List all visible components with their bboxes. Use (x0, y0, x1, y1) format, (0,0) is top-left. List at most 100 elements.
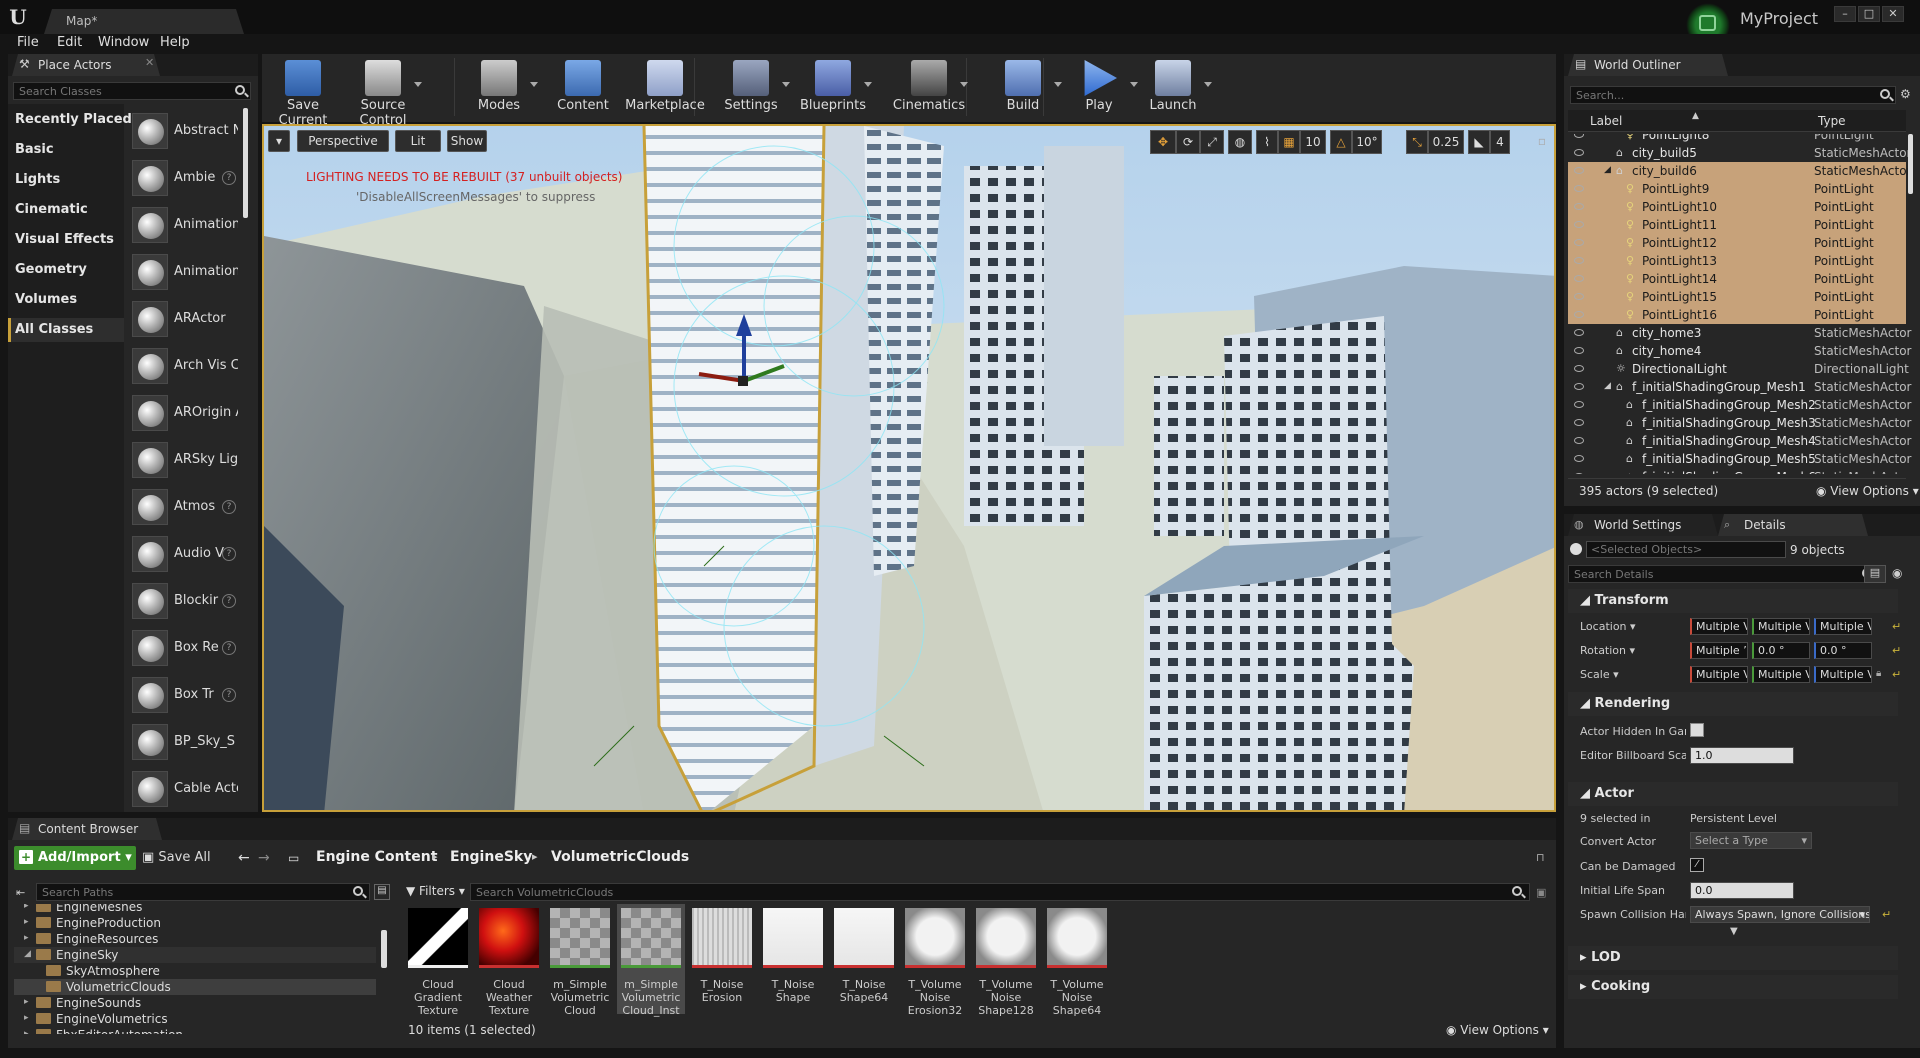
collapse-arrow-icon[interactable]: ◢ (24, 949, 31, 959)
dropdown-arrow-icon[interactable] (530, 82, 538, 87)
convert-actor-dropdown[interactable]: Select a Type ▾ (1690, 832, 1812, 849)
outliner-row[interactable]: ◢ ⌂ city_build6 StaticMeshActor (1568, 162, 1911, 180)
section-transform[interactable]: ◢ Transform (1568, 589, 1898, 613)
lock-icon[interactable]: 🔒︎ (1876, 668, 1881, 679)
actor-item[interactable]: BP_Sky_S (128, 719, 245, 765)
help-icon[interactable]: ? (222, 547, 236, 561)
visibility-eye-icon[interactable]: ◉ (1892, 566, 1902, 580)
scale-x-field[interactable]: Multiple V (1690, 666, 1748, 683)
help-icon[interactable]: ? (222, 688, 236, 702)
asset-tile[interactable]: T_Noise Shape64 (832, 906, 896, 1014)
outliner-row[interactable]: ♀ PointLight14 PointLight (1568, 270, 1906, 288)
rotation-z-field[interactable]: 0.0 ° (1814, 642, 1872, 659)
visibility-eye-icon[interactable] (1574, 275, 1584, 282)
source-control-button[interactable]: Source Control (342, 58, 424, 128)
outliner-row[interactable]: ♀ PointLight15 PointLight (1568, 288, 1906, 306)
scale-y-field[interactable]: Multiple V (1752, 666, 1810, 683)
content-view-options[interactable]: ◉ View Options ▾ (1446, 1023, 1549, 1037)
asset-tile[interactable]: T_Noise Shape (761, 906, 825, 1014)
rotation-y-field[interactable]: 0.0 ° (1752, 642, 1810, 659)
visibility-eye-icon[interactable] (1574, 149, 1584, 156)
outliner-row[interactable]: ♀ PointLight11 PointLight (1568, 216, 1906, 234)
section-actor[interactable]: ◢ Actor (1568, 782, 1898, 806)
location-x-field[interactable]: Multiple V (1690, 618, 1748, 635)
visibility-eye-icon[interactable] (1574, 365, 1584, 372)
location-label[interactable]: Location ▾ (1580, 620, 1686, 633)
tree-folder[interactable]: VolumetricClouds (46, 980, 171, 994)
visibility-eye-icon[interactable] (1574, 293, 1584, 300)
expand-arrow-icon[interactable]: ▸ (24, 933, 29, 943)
outliner-row[interactable]: ♀ PointLight16 PointLight (1568, 306, 1906, 324)
outliner-search-input[interactable]: Search... (1570, 86, 1896, 104)
tree-folder[interactable]: ▸ EngineResources (24, 932, 158, 946)
search-classes-input[interactable]: Search Classes (13, 82, 251, 100)
visibility-eye-icon[interactable] (1574, 455, 1584, 462)
forward-arrow-icon[interactable]: → (258, 850, 270, 866)
visibility-eye-icon[interactable] (1574, 221, 1584, 228)
outliner-row[interactable]: ♀ PointLight12 PointLight (1568, 234, 1906, 252)
selected-objects-field[interactable]: <Selected Objects> (1586, 541, 1786, 558)
tree-folder[interactable]: ▸ EngineProduction (24, 916, 161, 930)
tab-details[interactable]: Details (1718, 514, 1868, 536)
outliner-row[interactable]: ♀ PointLight9 PointLight (1568, 180, 1906, 198)
help-icon[interactable]: ? (222, 594, 236, 608)
asset-tile[interactable]: T_Noise Erosion (690, 906, 754, 1014)
visibility-eye-icon[interactable] (1574, 257, 1584, 264)
tree-folder[interactable]: SkyAtmosphere (46, 964, 160, 978)
visibility-eye-icon[interactable] (1574, 383, 1584, 390)
save-all-button[interactable]: ▣ Save All (142, 850, 211, 865)
build-button[interactable]: Build (982, 58, 1064, 118)
asset-tile[interactable]: T_Volume Noise Shape64 (1045, 906, 1109, 1017)
outliner-settings-icon[interactable]: ⚙ (1900, 87, 1911, 101)
content-button[interactable]: Content (542, 58, 624, 118)
map-tab[interactable]: Map* (44, 9, 244, 34)
dropdown-arrow-icon[interactable] (1204, 82, 1212, 87)
expand-arrow-icon[interactable]: ▸ (24, 917, 29, 927)
reset-location-icon[interactable]: ↵ (1892, 620, 1901, 633)
location-y-field[interactable]: Multiple V (1752, 618, 1810, 635)
dropdown-arrow-icon[interactable] (782, 82, 790, 87)
outliner-row[interactable]: ⌂ f_initialShadingGroup_Mesh4 StaticMeshAc… (1568, 432, 1911, 450)
outliner-row[interactable]: ♀ PointLight13 PointLight (1568, 252, 1906, 270)
rotation-label[interactable]: Rotation ▾ (1580, 644, 1686, 657)
dropdown-arrow-icon[interactable] (864, 82, 872, 87)
tree-folder[interactable]: ▸ EngineSounds (24, 996, 141, 1010)
actor-item[interactable]: Atmos? (128, 484, 245, 530)
visibility-eye-icon[interactable] (1574, 239, 1584, 246)
category-recently-placed[interactable]: Recently Placed (15, 112, 132, 127)
breadcrumb-separator-icon[interactable]: ▸ (432, 850, 438, 863)
visibility-eye-icon[interactable] (1574, 419, 1584, 426)
close-tab-icon[interactable]: ✕ (145, 56, 154, 69)
asset-tile[interactable]: T_Volume Noise Erosion32 (903, 906, 967, 1017)
section-rendering[interactable]: ◢ Rendering (1568, 692, 1898, 716)
column-type[interactable]: Type (1818, 114, 1846, 128)
outliner-row[interactable]: ☼ DirectionalLight DirectionalLight (1568, 360, 1909, 378)
outliner-row[interactable]: ♀ PointLight10 PointLight (1568, 198, 1906, 216)
menu-file[interactable]: File (17, 35, 39, 50)
search-details-input[interactable]: Search Details (1568, 565, 1878, 583)
actor-item[interactable]: Box Tr? (128, 672, 245, 718)
expand-arrow-icon[interactable]: ◢ (1604, 165, 1611, 175)
dropdown-arrow-icon[interactable] (414, 82, 422, 87)
filters-button[interactable]: ▼ Filters ▾ (406, 884, 465, 898)
breadcrumb-engine-content[interactable]: Engine Content (316, 849, 437, 865)
modes-button[interactable]: Modes (458, 58, 540, 118)
tree-folder[interactable]: ◢ EngineSky (24, 948, 118, 962)
play-button[interactable]: Play (1058, 58, 1140, 118)
asset-tile[interactable]: m_Simple Volumetric Cloud_Inst (619, 906, 683, 1017)
visibility-eye-icon[interactable] (1574, 329, 1584, 336)
launch-button[interactable]: Launch (1132, 58, 1214, 118)
minimize-button[interactable]: – (1834, 6, 1856, 22)
billboard-scale-field[interactable]: 1.0 (1690, 747, 1794, 764)
actor-item[interactable]: Cable Acto (128, 766, 245, 812)
actor-item[interactable]: Blockir? (128, 578, 245, 624)
outliner-row[interactable]: ⌂ city_build5 StaticMeshActor (1568, 144, 1911, 162)
blueprints-button[interactable]: Blueprints (792, 58, 874, 118)
outliner-row[interactable]: ⌂ city_home3 StaticMeshActor (1568, 324, 1911, 342)
reset-rotation-icon[interactable]: ↵ (1892, 644, 1901, 657)
breadcrumb-volumetricclouds[interactable]: VolumetricClouds (551, 849, 689, 865)
expand-arrow-icon[interactable]: ◢ (1604, 381, 1611, 391)
scale-z-field[interactable]: Multiple V (1814, 666, 1872, 683)
close-button[interactable]: ✕ (1882, 6, 1904, 22)
breadcrumb-enginesky[interactable]: EngineSky (450, 849, 532, 865)
